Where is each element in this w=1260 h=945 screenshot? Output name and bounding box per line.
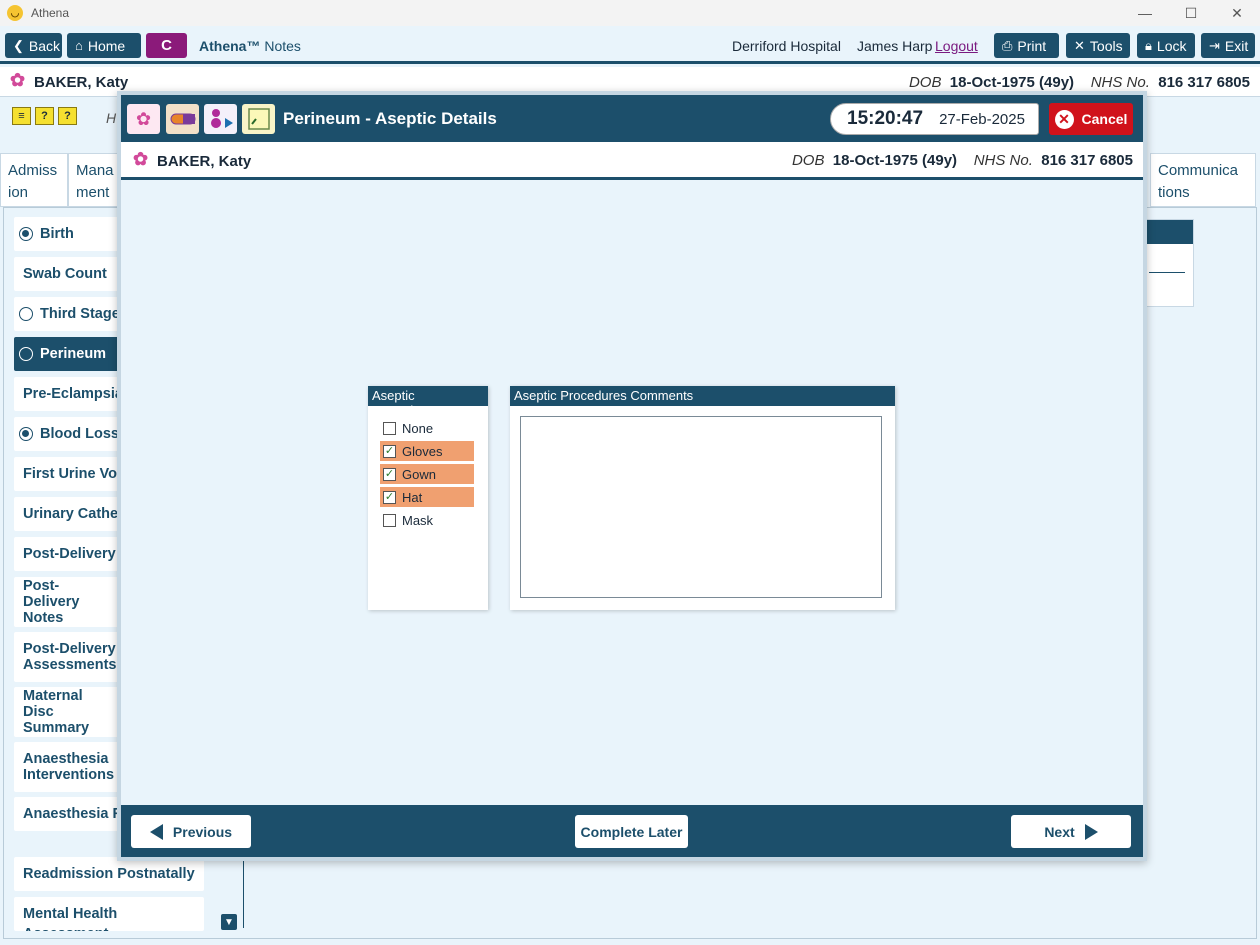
main-toolbar: ❮ Back ⌂ Home C Athena™ Notes Derriford … xyxy=(0,26,1260,64)
exit-button[interactable]: ⇥ Exit xyxy=(1201,33,1255,58)
athena-logo-icon: ◡ xyxy=(7,5,23,21)
alert-icons: ≡ ? ? xyxy=(12,107,77,125)
current-date: 27-Feb-2025 xyxy=(939,110,1025,128)
dialog-body: Aseptic Procedures None ✓ Gloves ✓ Gown … xyxy=(121,180,1143,805)
status-radio-icon xyxy=(19,347,33,361)
previous-button[interactable]: Previous xyxy=(131,815,251,848)
dialog-patient-banner: BAKER, Katy DOB 18-Oct-1975 (49y) NHS No… xyxy=(121,142,1143,180)
aseptic-details-dialog: ✿ Perineum - Aseptic Details 15:20:47 27… xyxy=(117,91,1147,861)
chevron-left-icon: ❮ xyxy=(13,37,24,53)
checkmark-icon: ✓ xyxy=(383,444,396,458)
baby-transfer-icon[interactable] xyxy=(204,104,237,134)
aseptic-procedures-panel: Aseptic Procedures None ✓ Gloves ✓ Gown … xyxy=(368,386,488,610)
sidenav-item-anaesthesia-interventions[interactable]: Anaesthesia Interventions xyxy=(14,742,124,792)
sidenav-item-maternal-discharge-summary[interactable]: Maternal Disc Summary xyxy=(14,687,124,737)
close-window-button[interactable]: ✕ xyxy=(1214,0,1260,26)
checkbox-box xyxy=(383,513,396,527)
female-flower-icon xyxy=(133,149,151,170)
sidenav-item-post-delivery-assessments[interactable]: Post-Delivery Assessments xyxy=(14,632,124,682)
arrow-left-icon xyxy=(149,823,163,840)
status-radio-icon xyxy=(19,307,33,321)
arrow-right-icon xyxy=(1084,823,1098,840)
medication-pill-icon[interactable] xyxy=(166,104,199,134)
notes-icon[interactable] xyxy=(242,104,275,134)
clock-display: 15:20:47 27-Feb-2025 xyxy=(830,103,1039,135)
female-flower-icon[interactable]: ✿ xyxy=(127,104,160,134)
tools-icon: ✕ xyxy=(1074,37,1085,53)
checkmark-icon: ✓ xyxy=(383,467,396,481)
divider xyxy=(243,855,244,928)
lock-icon: 🔒︎ xyxy=(1145,37,1152,53)
scroll-down-icon[interactable]: ▼ xyxy=(221,914,237,930)
back-button[interactable]: ❮ Back xyxy=(5,33,62,58)
checkbox-gown[interactable]: ✓ Gown xyxy=(380,464,474,484)
help-icon[interactable]: ? xyxy=(58,107,77,125)
patient-name: BAKER, Katy xyxy=(10,70,128,91)
checkbox-none[interactable]: None xyxy=(380,418,474,438)
panel-header: Aseptic Procedures Comments xyxy=(510,386,895,406)
next-button[interactable]: Next xyxy=(1011,815,1131,848)
cancel-button[interactable]: ✕ Cancel xyxy=(1049,103,1133,135)
aseptic-comments-panel: Aseptic Procedures Comments xyxy=(510,386,895,610)
background-panel xyxy=(1140,219,1194,307)
dialog-footer: Previous Complete Later Next xyxy=(121,805,1143,857)
female-flower-icon xyxy=(10,70,28,91)
patient-name: BAKER, Katy xyxy=(133,149,251,170)
tab-communications[interactable]: Communica tions xyxy=(1150,153,1256,207)
sidenav-item-readmission-postnatally[interactable]: Readmission Postnatally xyxy=(14,857,204,891)
minimize-button[interactable]: — xyxy=(1122,0,1168,26)
sidenav-item-mental-health-assessment[interactable]: Mental Health Assessment xyxy=(14,897,204,931)
patient-details: DOB 18-Oct-1975 (49y) NHS No. 816 317 68… xyxy=(908,74,1250,91)
patient-details: DOB 18-Oct-1975 (49y) NHS No. 816 317 68… xyxy=(791,152,1133,169)
home-button[interactable]: ⌂ Home xyxy=(67,33,141,58)
tab-management[interactable]: Mana ment xyxy=(68,153,122,207)
home-icon: ⌂ xyxy=(75,38,83,53)
maximize-button[interactable]: ☐ xyxy=(1168,0,1214,26)
printer-icon: ⎙ xyxy=(1002,37,1013,53)
checkmark-icon: ✓ xyxy=(383,490,396,504)
window-title: Athena xyxy=(31,6,70,20)
checkbox-hat[interactable]: ✓ Hat xyxy=(380,487,474,507)
logout-link[interactable]: Logout xyxy=(935,38,978,54)
app-name: Athena™ Notes xyxy=(199,38,301,54)
header-label: H xyxy=(106,110,117,126)
checkbox-mask[interactable]: Mask xyxy=(380,510,474,530)
current-time: 15:20:47 xyxy=(847,108,924,129)
status-radio-icon xyxy=(19,227,33,241)
status-radio-icon xyxy=(19,427,33,441)
checkbox-gloves[interactable]: ✓ Gloves xyxy=(380,441,474,461)
tools-button[interactable]: ✕ Tools xyxy=(1066,33,1130,58)
tab-admission[interactable]: Admiss ion xyxy=(0,153,68,207)
exit-icon: ⇥ xyxy=(1209,37,1220,53)
dialog-header: ✿ Perineum - Aseptic Details 15:20:47 27… xyxy=(121,95,1143,142)
window-titlebar: ◡ Athena — ☐ ✕ xyxy=(0,0,1260,26)
user-name: James Harp xyxy=(857,38,933,54)
alert-list-icon[interactable]: ≡ xyxy=(12,107,31,125)
hospital-name: Derriford Hospital xyxy=(732,38,841,54)
dialog-title: Perineum - Aseptic Details xyxy=(283,109,497,128)
c-button[interactable]: C xyxy=(146,33,187,58)
sidenav-item-post-delivery-notes[interactable]: Post-Delivery Notes xyxy=(14,577,124,627)
checkbox-box xyxy=(383,421,396,435)
help-icon[interactable]: ? xyxy=(35,107,54,125)
panel-header: Aseptic Procedures xyxy=(368,386,488,418)
print-button[interactable]: ⎙ Print xyxy=(994,33,1059,58)
comments-textarea[interactable] xyxy=(520,416,882,598)
close-circle-icon: ✕ xyxy=(1054,109,1074,129)
lock-button[interactable]: 🔒︎ Lock xyxy=(1137,33,1195,58)
complete-later-button[interactable]: Complete Later xyxy=(575,815,688,848)
